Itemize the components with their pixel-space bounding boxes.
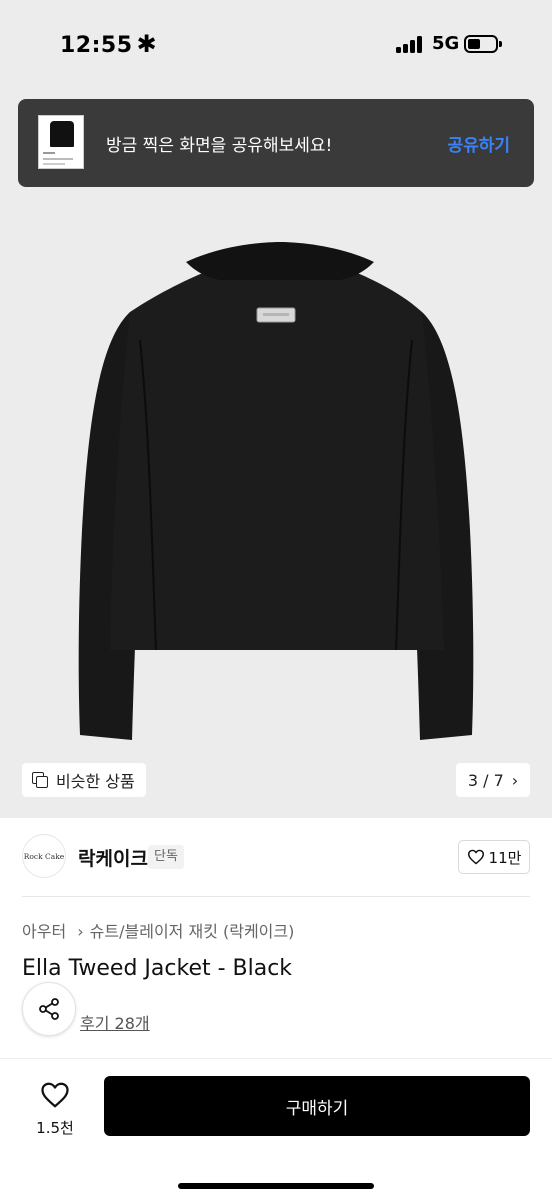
- product-image-gallery[interactable]: 12:55 ✱ 5G 방금 찍은 화면을 공유해보세요! 공유하기 비슷한 상품 …: [0, 0, 552, 818]
- status-bar: 12:55 ✱ 5G: [0, 0, 552, 90]
- similar-items-icon: [32, 771, 49, 789]
- seller-logo[interactable]: Rock Cake: [22, 834, 66, 878]
- wishlist-count: 1.5천: [36, 1119, 74, 1137]
- heart-icon: [41, 1082, 69, 1108]
- home-indicator[interactable]: [178, 1183, 374, 1189]
- page-indicator-text: 3 / 7: [467, 770, 504, 790]
- review-link[interactable]: 후기 28개: [80, 1010, 150, 1034]
- breadcrumb-item[interactable]: 아우터: [22, 922, 66, 941]
- chevron-right-icon: ›: [77, 922, 84, 941]
- buy-button[interactable]: 구매하기: [104, 1076, 530, 1136]
- share-icon: [39, 998, 59, 1020]
- breadcrumb: 아우터 › 슈트/블레이저 재킷 (락케이크): [22, 918, 294, 942]
- seller-like-count: 11만: [488, 848, 522, 867]
- cell-signal-icon: [396, 36, 424, 53]
- product-title: Ella Tweed Jacket - Black: [22, 956, 293, 981]
- breadcrumb-item[interactable]: 슈트/블레이저 재킷 (락케이크): [90, 922, 295, 941]
- seller-like-button[interactable]: 11만: [458, 840, 530, 874]
- network-type: 5G: [432, 33, 460, 54]
- asterisk-icon: ✱: [136, 30, 158, 58]
- screenshot-thumbnail[interactable]: [38, 115, 84, 169]
- heart-icon: [467, 849, 484, 865]
- battery-icon: [464, 35, 502, 53]
- exclusive-badge: 단독: [148, 845, 184, 869]
- wishlist-button[interactable]: 1.5천: [22, 1079, 88, 1139]
- similar-products-label: 비슷한 상품: [56, 772, 135, 791]
- status-time: 12:55 ✱: [60, 30, 158, 58]
- divider: [22, 896, 530, 897]
- share-button[interactable]: [22, 982, 76, 1036]
- bottom-action-bar: 1.5천 구매하기: [0, 1059, 552, 1200]
- screenshot-share-toast: 방금 찍은 화면을 공유해보세요! 공유하기: [18, 99, 534, 187]
- similar-products-button[interactable]: 비슷한 상품: [22, 763, 146, 797]
- product-image-jacket[interactable]: [60, 230, 500, 750]
- toast-message: 방금 찍은 화면을 공유해보세요!: [106, 136, 333, 156]
- toast-share-button[interactable]: 공유하기: [447, 131, 510, 156]
- seller-row[interactable]: Rock Cake 락케이크 단독 11만: [0, 818, 552, 896]
- chevron-right-icon: ›: [511, 770, 519, 790]
- seller-name[interactable]: 락케이크: [78, 844, 148, 871]
- image-page-indicator[interactable]: 3 / 7 ›: [456, 763, 530, 797]
